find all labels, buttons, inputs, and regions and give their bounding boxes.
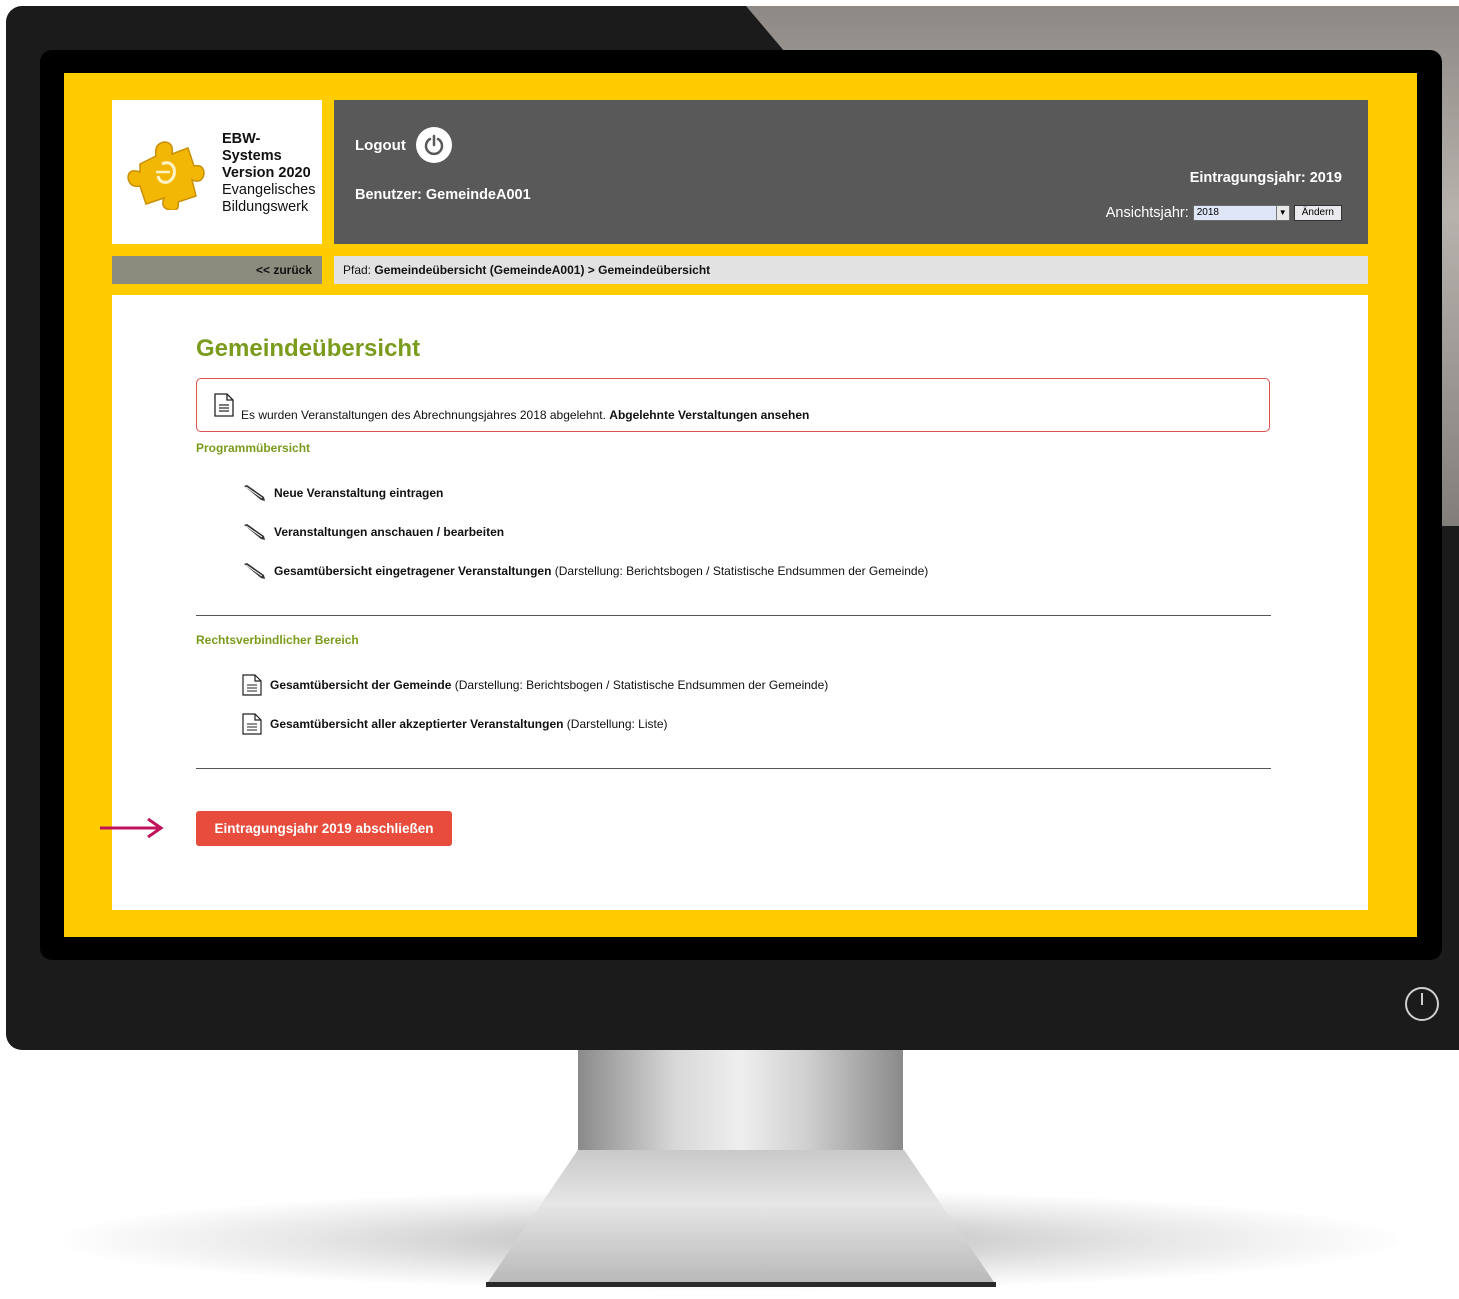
program-item-view-events[interactable]: Veranstaltungen anschauen / bearbeiten [242, 523, 504, 541]
power-icon[interactable] [416, 127, 452, 163]
page-title: Gemeindeübersicht [196, 335, 421, 362]
legal-item-note: (Darstellung: Liste) [566, 717, 668, 731]
program-item-label[interactable]: Gesamtübersicht eingetragener Veranstalt… [274, 564, 551, 578]
section-divider [196, 768, 1271, 769]
program-item-label[interactable]: Neue Veranstaltung eintragen [274, 486, 443, 500]
document-icon [242, 713, 262, 735]
legal-item-label[interactable]: Gesamtübersicht der Gemeinde [270, 678, 451, 692]
change-year-button[interactable]: Ändern [1293, 205, 1342, 221]
back-link[interactable]: << zurück [256, 263, 312, 277]
main-content: Gemeindeübersicht Es wurden Veranstaltun… [112, 295, 1368, 910]
header-bar: Logout Benutzer: GemeindeA001 Eintragung… [334, 100, 1368, 244]
program-item-note: (Darstellung: Berichtsbogen / Statistisc… [554, 564, 929, 578]
program-item-label[interactable]: Veranstaltungen anschauen / bearbeiten [274, 525, 504, 539]
breadcrumb-prefix: Pfad: [343, 263, 372, 277]
view-year-control: Ansichtsjahr: 2018 ▼ Ändern [1106, 205, 1342, 221]
document-icon [214, 393, 234, 417]
monitor-stand-base [486, 1150, 996, 1285]
program-item-new-event[interactable]: Neue Veranstaltung eintragen [242, 484, 443, 502]
view-year-select[interactable]: 2018 ▼ [1192, 205, 1290, 221]
puzzle-logo-icon [127, 141, 205, 210]
pencil-icon [244, 524, 265, 540]
alert-message: Es wurden Veranstaltungen des Abrechnung… [241, 408, 606, 422]
logo-line-5: Bildungswerk [222, 199, 309, 215]
pencil-icon [244, 563, 265, 579]
rejection-alert: Es wurden Veranstaltungen des Abrechnung… [196, 378, 1270, 432]
document-icon [242, 674, 262, 696]
pencil-icon [244, 485, 265, 501]
legal-section-heading: Rechtsverbindlicher Bereich [196, 633, 359, 647]
monitor-power-icon [1405, 987, 1439, 1021]
legal-item-note: (Darstellung: Berichtsbogen / Statistisc… [454, 678, 829, 692]
breadcrumb: Pfad: Gemeindeübersicht (GemeindeA001) >… [334, 256, 1368, 284]
program-item-overview[interactable]: Gesamtübersicht eingetragener Veranstalt… [242, 562, 928, 580]
logout-link[interactable]: Logout [355, 137, 406, 154]
user-label: Benutzer: GemeindeA001 [355, 187, 531, 203]
chevron-down-icon: ▼ [1275, 206, 1289, 220]
section-divider [196, 615, 1271, 616]
back-bar: << zurück [112, 256, 322, 284]
program-section-heading: Programmübersicht [196, 441, 311, 455]
monitor-stand-foot [486, 1282, 996, 1287]
legal-item-label[interactable]: Gesamtübersicht aller akzeptierter Veran… [270, 717, 563, 731]
arrow-right-icon [100, 818, 164, 838]
logo-line-2: Systems [222, 148, 282, 164]
breadcrumb-path[interactable]: Gemeindeübersicht (GemeindeA001) > Gemei… [374, 263, 710, 277]
rejected-events-link[interactable]: Abgelehnte Verstaltungen ansehen [609, 408, 809, 422]
logo-line-1: EBW- [222, 131, 261, 147]
legal-item-accepted-events[interactable]: Gesamtübersicht aller akzeptierter Veran… [242, 713, 668, 735]
logo: EBW- Systems Version 2020 Evangelisches … [112, 100, 322, 244]
logo-line-4: Evangelisches [222, 182, 316, 198]
close-entry-year-button[interactable]: Eintragungsjahr 2019 abschließen [196, 811, 452, 846]
view-year-value: 2018 [1196, 207, 1219, 218]
logo-line-3: Version 2020 [222, 165, 311, 181]
screen: EBW- Systems Version 2020 Evangelisches … [64, 73, 1417, 937]
view-year-label: Ansichtsjahr: [1105, 205, 1189, 221]
legal-item-community-overview[interactable]: Gesamtübersicht der Gemeinde (Darstellun… [242, 674, 828, 696]
entry-year-label: Eintragungsjahr: 2019 [1189, 170, 1342, 186]
